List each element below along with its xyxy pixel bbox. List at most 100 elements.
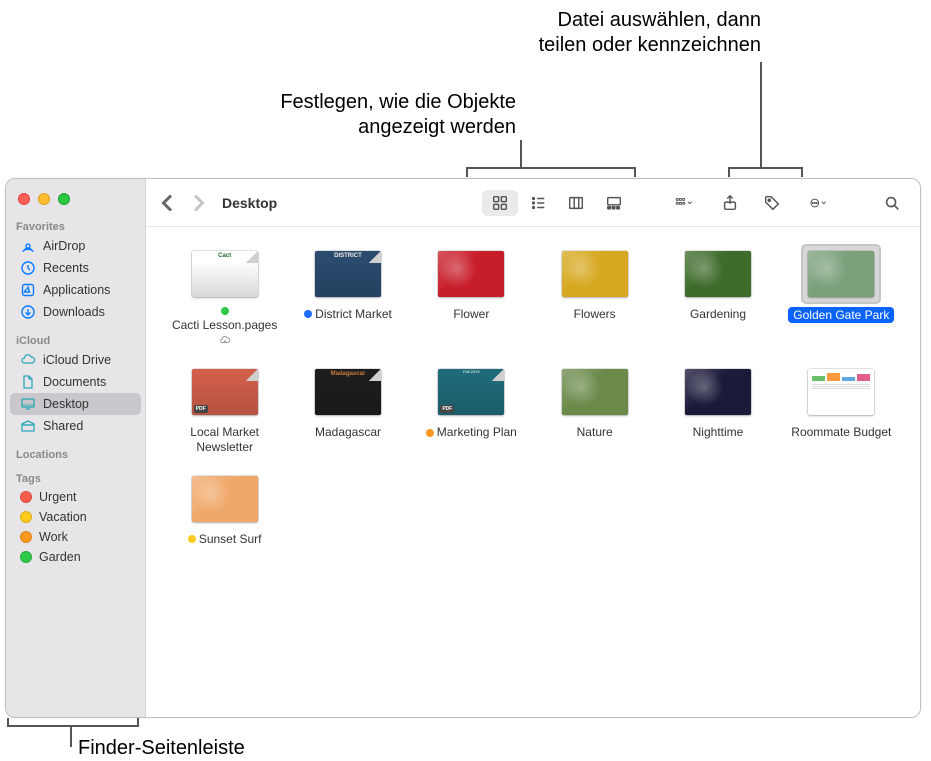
- tag-dot-icon: [221, 307, 229, 315]
- view-mode-group: [482, 190, 632, 216]
- file-thumbnail: [679, 245, 757, 303]
- file-label: Nighttime: [693, 425, 744, 439]
- file-label: Flower: [453, 307, 489, 321]
- file-label-row: Flower: [453, 307, 489, 321]
- file-thumbnail: Cact: [186, 245, 264, 303]
- sidebar-item-label: Downloads: [43, 305, 105, 319]
- sidebar-item-applications[interactable]: Applications: [10, 279, 141, 301]
- file-label-row: Roommate Budget: [791, 425, 891, 439]
- desktop-icon: [20, 396, 36, 412]
- sidebar-item-shared[interactable]: Shared: [10, 415, 141, 437]
- sidebar-item-icloud-drive[interactable]: iCloud Drive: [10, 349, 141, 371]
- sidebar-item-label: Garden: [39, 550, 81, 564]
- shared-icon: [20, 418, 36, 434]
- sidebar-tag-urgent[interactable]: Urgent: [10, 487, 141, 507]
- file-label-row: Flowers: [574, 307, 616, 321]
- file-item[interactable]: Roommate Budget: [783, 361, 900, 441]
- tags-button[interactable]: [754, 190, 790, 216]
- sidebar-item-recents[interactable]: Recents: [10, 257, 141, 279]
- file-label: Cacti Lesson.pages: [172, 318, 277, 332]
- file-item[interactable]: Fall 2019 PDF Marketing Plan: [413, 361, 530, 441]
- file-thumbnail: [556, 363, 634, 421]
- file-label-row: Local Market Newsletter: [170, 425, 280, 454]
- icloud-drive-icon: [20, 352, 36, 368]
- callout-line: [801, 167, 803, 177]
- file-item[interactable]: Flower: [413, 243, 530, 323]
- sidebar-tag-garden[interactable]: Garden: [10, 547, 141, 567]
- sidebar-header-icloud: iCloud: [6, 329, 145, 349]
- sidebar-tag-work[interactable]: Work: [10, 527, 141, 547]
- downloads-icon: [20, 304, 36, 320]
- file-label-row: Marketing Plan: [426, 425, 517, 439]
- view-list-button[interactable]: [520, 190, 556, 216]
- file-label-row: Sunset Surf: [188, 532, 262, 546]
- tag-dot-icon: [426, 429, 434, 437]
- more-actions-button[interactable]: [796, 190, 840, 216]
- sidebar-item-label: Shared: [43, 419, 83, 433]
- group-by-button[interactable]: [662, 190, 706, 216]
- tag-dot-icon: [304, 310, 312, 318]
- zoom-button[interactable]: [58, 193, 70, 205]
- sidebar-item-desktop[interactable]: Desktop: [10, 393, 141, 415]
- file-label: Flowers: [574, 307, 616, 321]
- sidebar-item-documents[interactable]: Documents: [10, 371, 141, 393]
- close-button[interactable]: [18, 193, 30, 205]
- file-thumbnail: DISTRICT: [309, 245, 387, 303]
- sidebar-item-label: Desktop: [43, 397, 89, 411]
- finder-toolbar: Desktop: [146, 179, 920, 227]
- file-item[interactable]: Gardening: [659, 243, 776, 323]
- tag-dot-icon: [20, 511, 32, 523]
- file-label: Nature: [577, 425, 613, 439]
- callout-view-mode: Festlegen, wie die Objekte angezeigt wer…: [280, 90, 516, 140]
- file-item[interactable]: Nighttime: [659, 361, 776, 441]
- callout-line: [466, 167, 468, 177]
- file-item[interactable]: Madagascar Madagascar: [289, 361, 406, 441]
- sidebar-item-label: Vacation: [39, 510, 87, 524]
- file-thumbnail: [432, 245, 510, 303]
- file-item[interactable]: DISTRICT District Market: [289, 243, 406, 323]
- search-button[interactable]: [874, 190, 910, 216]
- file-thumbnail: Fall 2019 PDF: [432, 363, 510, 421]
- sidebar-item-label: iCloud Drive: [43, 353, 111, 367]
- file-thumbnail: [802, 245, 880, 303]
- file-thumbnail: [556, 245, 634, 303]
- file-label-row: Madagascar: [315, 425, 381, 439]
- file-item[interactable]: Nature: [536, 361, 653, 441]
- sidebar-item-label: Applications: [43, 283, 110, 297]
- file-item[interactable]: Sunset Surf: [166, 468, 283, 548]
- sidebar-header-tags: Tags: [6, 467, 145, 487]
- view-gallery-button[interactable]: [596, 190, 632, 216]
- file-item[interactable]: Flowers: [536, 243, 653, 323]
- airdrop-icon: [20, 238, 36, 254]
- sidebar-tag-vacation[interactable]: Vacation: [10, 507, 141, 527]
- file-label: Madagascar: [315, 425, 381, 439]
- file-area[interactable]: Cact Cacti Lesson.pages DISTRICT Distric…: [146, 227, 920, 717]
- callout-share-tag: Datei auswählen, dann teilen oder kennze…: [539, 8, 761, 58]
- file-item[interactable]: Cact Cacti Lesson.pages: [166, 243, 283, 349]
- sidebar-item-airdrop[interactable]: AirDrop: [10, 235, 141, 257]
- callout-line: [70, 725, 72, 747]
- callout-line: [520, 140, 522, 167]
- file-item[interactable]: Golden Gate Park: [783, 243, 900, 325]
- file-thumbnail: PDF: [186, 363, 264, 421]
- file-thumbnail: Madagascar: [309, 363, 387, 421]
- view-columns-button[interactable]: [558, 190, 594, 216]
- file-label: District Market: [315, 307, 392, 321]
- callout-line: [137, 718, 139, 727]
- file-item[interactable]: PDF Local Market Newsletter: [166, 361, 283, 456]
- minimize-button[interactable]: [38, 193, 50, 205]
- sidebar-header-locations: Locations: [6, 443, 145, 463]
- callout-sidebar: Finder-Seitenleiste: [78, 736, 245, 761]
- file-label-row: Cacti Lesson.pages: [168, 307, 281, 347]
- view-icons-button[interactable]: [482, 190, 518, 216]
- callout-line: [760, 62, 762, 167]
- sidebar-item-label: Documents: [43, 375, 106, 389]
- file-label: Gardening: [690, 307, 746, 321]
- tag-dot-icon: [20, 551, 32, 563]
- forward-button[interactable]: [186, 191, 210, 215]
- finder-window: Favorites AirDropRecentsApplicationsDown…: [5, 178, 921, 718]
- sidebar-item-label: Work: [39, 530, 68, 544]
- sidebar-item-downloads[interactable]: Downloads: [10, 301, 141, 323]
- share-button[interactable]: [712, 190, 748, 216]
- back-button[interactable]: [156, 191, 180, 215]
